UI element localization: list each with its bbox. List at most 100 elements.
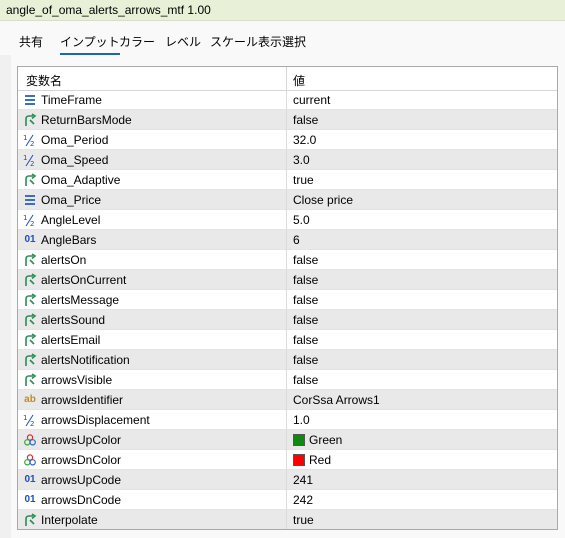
parameter-value-text: 6: [293, 233, 300, 247]
table-row[interactable]: arrowsVisible false: [18, 370, 557, 390]
parameter-value-text: Green: [309, 433, 343, 447]
tab-visualization[interactable]: 表示選択: [258, 33, 306, 50]
int-icon: 01: [24, 494, 36, 505]
parameter-name: Oma_Speed: [41, 153, 109, 167]
tab-levels[interactable]: レベル: [165, 33, 201, 50]
parameter-value[interactable]: false: [293, 113, 318, 127]
parameter-value[interactable]: CorSsa Arrows1: [293, 393, 380, 407]
cell-divider: [286, 270, 287, 290]
cell-divider: [286, 110, 287, 130]
enum-icon: [23, 193, 37, 207]
table-row[interactable]: 01 AngleBars 6: [18, 230, 557, 250]
parameter-value[interactable]: false: [293, 253, 318, 267]
table-row[interactable]: 1 2 Oma_Speed 3.0: [18, 150, 557, 170]
table-row[interactable]: arrowsUpColor Green: [18, 430, 557, 450]
parameter-value[interactable]: false: [293, 293, 318, 307]
double-icon: 12: [23, 413, 37, 427]
cell-divider: [286, 490, 287, 510]
table-row[interactable]: 01 arrowsDnCode 242: [18, 490, 557, 510]
parameter-value[interactable]: false: [293, 373, 318, 387]
bool-icon: [23, 353, 37, 367]
int-icon: 01: [24, 474, 36, 485]
parameter-name: alertsNotification: [41, 353, 130, 367]
column-divider[interactable]: [286, 67, 287, 90]
parameter-value-text: Red: [309, 453, 332, 467]
svg-text:2: 2: [30, 160, 34, 167]
parameter-value[interactable]: 241: [293, 473, 313, 487]
parameter-value-text: false: [293, 353, 319, 367]
parameter-value-text: 241: [293, 473, 314, 487]
table-row[interactable]: alertsEmail false: [18, 330, 557, 350]
parameter-value-text: 1.0: [293, 413, 310, 427]
title-bar: angle_of_oma_alerts_arrows_mtf 1.00: [0, 0, 565, 21]
parameter-value[interactable]: Close price: [293, 193, 353, 207]
parameter-value[interactable]: true: [293, 513, 314, 527]
parameter-value[interactable]: current: [293, 93, 330, 107]
table-row[interactable]: 01 arrowsUpCode 241: [18, 470, 557, 490]
table-row[interactable]: alertsNotification false: [18, 350, 557, 370]
string-icon: ab: [24, 394, 36, 405]
enum-icon: [23, 93, 37, 107]
parameter-value[interactable]: false: [293, 353, 318, 367]
table-row[interactable]: Oma_Price Close price: [18, 190, 557, 210]
parameter-value[interactable]: false: [293, 313, 318, 327]
table-row[interactable]: Interpolate true: [18, 510, 557, 529]
parameter-value-text: 5.0: [293, 213, 310, 227]
parameter-value[interactable]: 1.0: [293, 413, 310, 427]
table-row[interactable]: 1 2 AngleLevel 5.0: [18, 210, 557, 230]
parameter-value[interactable]: 3.0: [293, 153, 310, 167]
tab-colors[interactable]: カラー: [119, 33, 155, 50]
table-row[interactable]: arrowsDnColor Red: [18, 450, 557, 470]
parameter-value[interactable]: Red: [293, 453, 331, 467]
cell-divider: [286, 470, 287, 490]
parameter-value[interactable]: 5.0: [293, 213, 310, 227]
table-row[interactable]: alertsOn false: [18, 250, 557, 270]
parameter-value[interactable]: true: [293, 173, 314, 187]
parameter-value[interactable]: false: [293, 273, 318, 287]
table-row[interactable]: Oma_Adaptive true: [18, 170, 557, 190]
table-row[interactable]: alertsOnCurrent false: [18, 270, 557, 290]
color-swatch[interactable]: [293, 434, 305, 446]
tab-common[interactable]: 共有: [19, 33, 43, 50]
column-header-name: 変数名: [26, 74, 63, 88]
table-row[interactable]: TimeFrame current: [18, 90, 557, 110]
table-row[interactable]: ab arrowsIdentifier CorSsa Arrows1: [18, 390, 557, 410]
bool-icon: [23, 173, 37, 187]
parameter-name: alertsSound: [41, 313, 106, 327]
tab-inputs[interactable]: インプット: [60, 33, 120, 55]
table-header: 変数名 値: [18, 67, 557, 91]
parameter-name: arrowsDisplacement: [41, 413, 150, 427]
parameter-value-text: false: [293, 273, 319, 287]
bool-icon: [23, 293, 37, 307]
parameter-name: Oma_Period: [41, 133, 109, 147]
parameter-value[interactable]: false: [293, 333, 318, 347]
parameter-value-text: true: [293, 513, 314, 527]
table-row[interactable]: 1 2 Oma_Period 32.0: [18, 130, 557, 150]
parameter-value[interactable]: 32.0: [293, 133, 316, 147]
cell-divider: [286, 390, 287, 410]
parameter-name: AngleBars: [41, 233, 97, 247]
cell-divider: [286, 410, 287, 430]
table-row[interactable]: alertsSound false: [18, 310, 557, 330]
table-row[interactable]: ReturnBarsMode false: [18, 110, 557, 130]
bool-icon: [23, 313, 37, 327]
bool-icon: [23, 373, 37, 387]
parameter-value[interactable]: Green: [293, 433, 342, 447]
parameter-value-text: false: [293, 333, 319, 347]
parameter-name: alertsOn: [41, 253, 87, 267]
parameter-value[interactable]: 6: [293, 233, 300, 247]
cell-divider: [286, 430, 287, 450]
table-row[interactable]: 1 2 arrowsDisplacement 1.0: [18, 410, 557, 430]
cell-divider: [286, 330, 287, 350]
parameter-value-text: false: [293, 113, 319, 127]
parameter-name: arrowsDnCode: [41, 493, 122, 507]
parameter-name: arrowsVisible: [41, 373, 113, 387]
bool-icon: [23, 113, 37, 127]
svg-text:1: 1: [23, 134, 27, 142]
int-icon: 01: [24, 234, 36, 245]
color-swatch[interactable]: [293, 454, 305, 466]
parameter-value-text: false: [293, 293, 319, 307]
table-row[interactable]: alertsMessage false: [18, 290, 557, 310]
tab-scale[interactable]: スケール: [210, 33, 258, 50]
parameter-value[interactable]: 242: [293, 493, 313, 507]
